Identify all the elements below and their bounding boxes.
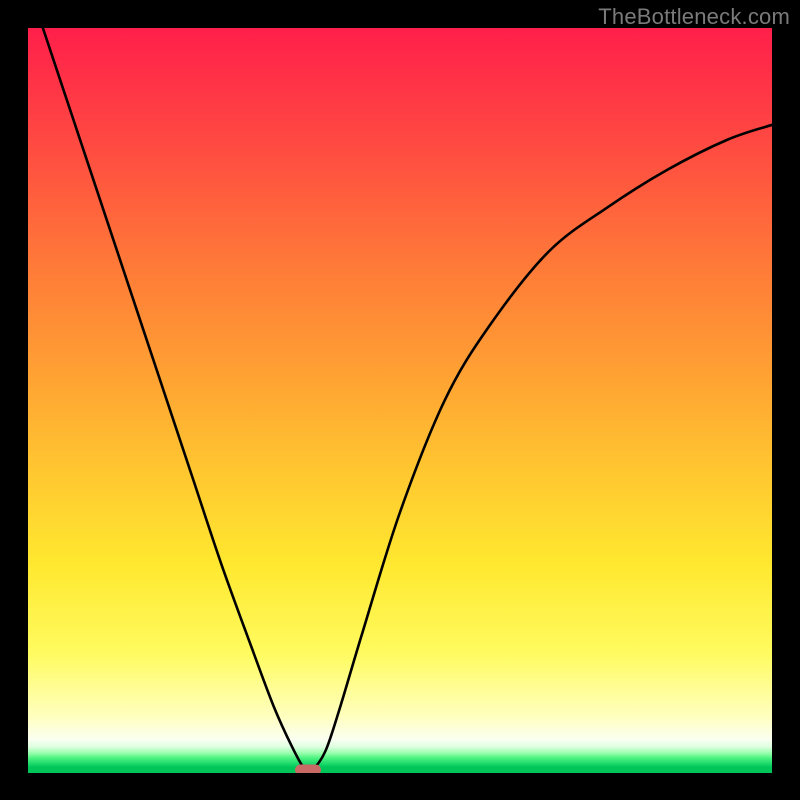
bottleneck-curve [28, 28, 772, 773]
optimal-marker [295, 765, 321, 773]
plot-area [28, 28, 772, 773]
watermark-label: TheBottleneck.com [598, 4, 790, 30]
chart-frame: TheBottleneck.com [0, 0, 800, 800]
